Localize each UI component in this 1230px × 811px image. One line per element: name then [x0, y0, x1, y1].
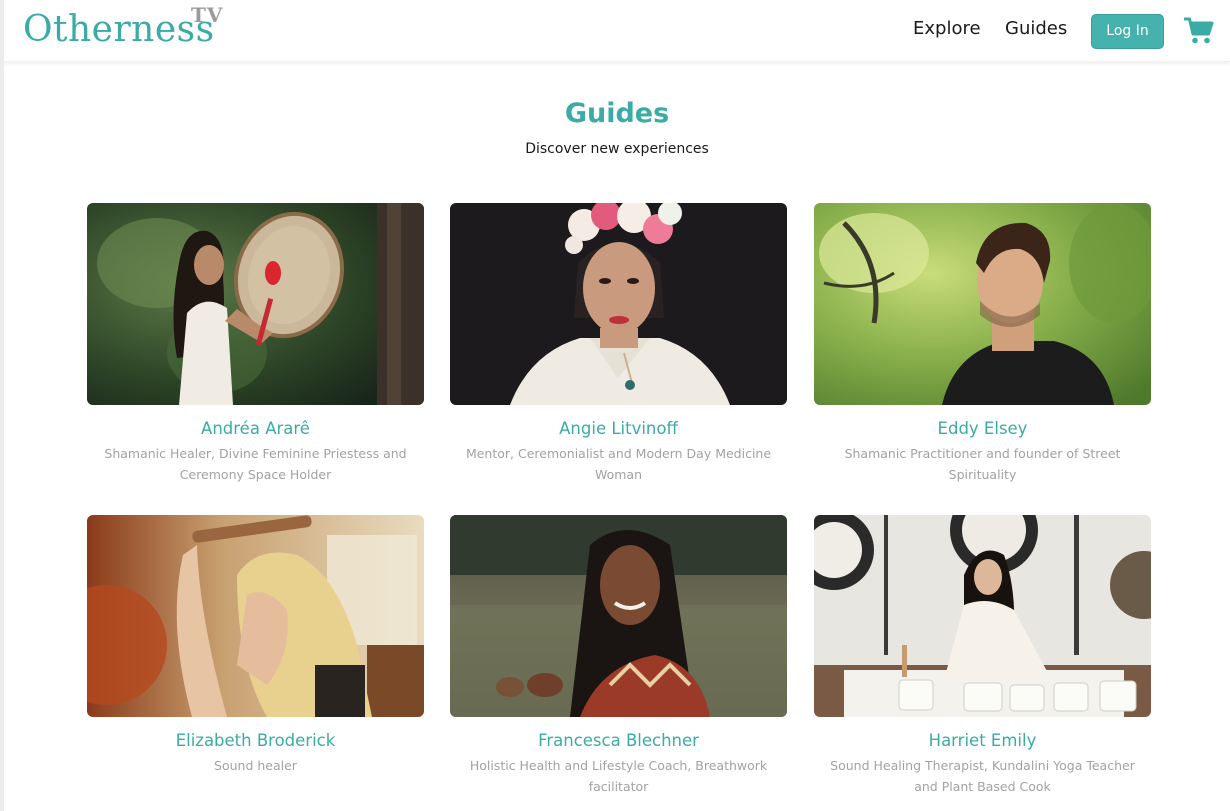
shopping-cart-icon[interactable] [1183, 17, 1214, 45]
logo-text: Otherness [23, 9, 215, 50]
page-title: Guides [564, 98, 670, 129]
guide-card[interactable]: Angie Litvinoff Mentor, Ceremonialist an… [450, 203, 787, 503]
guide-name[interactable]: Andréa Ararê [87, 417, 424, 441]
guide-photo[interactable] [814, 203, 1151, 405]
guide-description: Shamanic Practitioner and founder of Str… [844, 446, 1121, 482]
page: Otherness TV Explore Guides Log In Guide… [4, 0, 1230, 811]
logo-suffix: TV [191, 3, 224, 27]
guide-photo[interactable] [87, 203, 424, 405]
guide-card[interactable]: Francesca Blechner Holistic Health and L… [450, 515, 787, 811]
guide-name[interactable]: Francesca Blechner [450, 729, 787, 753]
guide-description: Sound healer [214, 758, 297, 773]
site-header: Otherness TV Explore Guides Log In [4, 0, 1230, 62]
guide-name[interactable]: Eddy Elsey [814, 417, 1151, 441]
guide-description: Shamanic Healer, Divine Feminine Prieste… [104, 446, 407, 482]
page-subtitle: Discover new experiences [525, 141, 709, 157]
guide-photo[interactable] [450, 203, 787, 405]
login-button[interactable]: Log In [1091, 14, 1164, 49]
nav-explore-link[interactable]: Explore [913, 17, 981, 41]
guide-photo[interactable] [450, 515, 787, 717]
guide-card[interactable]: Elizabeth Broderick Sound healer [87, 515, 424, 811]
guide-description: Mentor, Ceremonialist and Modern Day Med… [465, 446, 772, 482]
guide-name[interactable]: Angie Litvinoff [450, 417, 787, 441]
guide-name[interactable]: Harriet Emily [814, 729, 1151, 753]
guide-description: Sound Healing Therapist, Kundalini Yoga … [830, 758, 1135, 794]
guide-card[interactable]: Eddy Elsey Shamanic Practitioner and fou… [814, 203, 1151, 503]
guide-description: Holistic Health and Lifestyle Coach, Bre… [469, 758, 768, 794]
guide-card[interactable]: Harriet Emily Sound Healing Therapist, K… [814, 515, 1151, 811]
nav-guides-link[interactable]: Guides [1005, 17, 1067, 41]
brand-logo[interactable]: Otherness TV [23, 3, 222, 56]
guide-name[interactable]: Elizabeth Broderick [87, 729, 424, 753]
guide-photo[interactable] [87, 515, 424, 717]
guide-card[interactable]: Andréa Ararê Shamanic Healer, Divine Fem… [87, 203, 424, 503]
guide-photo[interactable] [814, 515, 1151, 717]
